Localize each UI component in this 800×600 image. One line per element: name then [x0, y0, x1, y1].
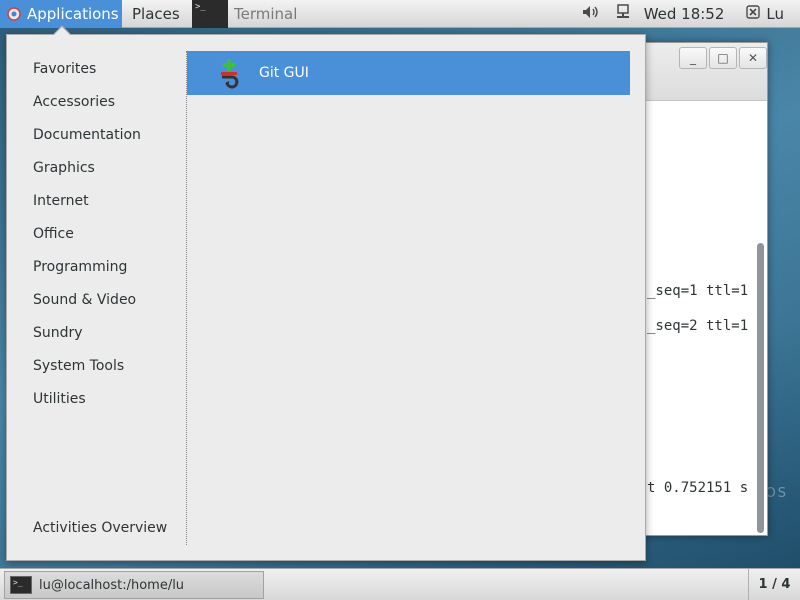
applications-menu-button[interactable]: Applications [0, 0, 122, 28]
desktop-watermark: OS [765, 486, 788, 501]
app-item-git-gui[interactable]: Git GUI [187, 51, 630, 95]
menu-divider [186, 51, 187, 545]
terminal-icon: >_ [192, 0, 228, 28]
category-item[interactable]: Utilities [7, 382, 187, 415]
clock[interactable]: Wed 18:52 [638, 0, 739, 28]
git-gui-icon [217, 57, 241, 89]
workspace-switcher[interactable]: 1 / 4 [748, 569, 800, 600]
user-menu-button[interactable]: Lu [738, 0, 800, 28]
category-item[interactable]: Documentation [7, 118, 187, 151]
user-icon [746, 5, 761, 23]
close-icon: ✕ [747, 51, 759, 65]
minimize-button[interactable]: _ [679, 47, 707, 69]
volume-icon [582, 5, 600, 23]
network-icon [616, 4, 630, 24]
applications-menu: Favorites Accessories Documentation Grap… [6, 25, 646, 561]
terminal-scrollbar[interactable] [757, 243, 764, 533]
category-item[interactable]: Office [7, 217, 187, 250]
bottom-panel: >_ lu@localhost:/home/lu 1 / 4 [0, 568, 800, 600]
applications-icon [6, 6, 22, 22]
applications-label: Applications [27, 5, 119, 23]
taskbar-item-label: lu@localhost:/home/lu [39, 577, 185, 593]
category-item[interactable]: System Tools [7, 349, 187, 382]
app-label: Git GUI [259, 65, 309, 81]
top-panel: Applications Places >_ Terminal Wed 18:5… [0, 0, 800, 28]
terminal-app-label: Terminal [234, 5, 298, 23]
category-item[interactable]: Programming [7, 250, 187, 283]
terminal-output-line: _seq=2 ttl=1 [647, 318, 749, 334]
minimize-icon: _ [690, 51, 696, 65]
activities-overview-link[interactable]: Activities Overview [33, 520, 167, 536]
terminal-output-line: t 0.752151 s [647, 480, 749, 496]
category-item[interactable]: Graphics [7, 151, 187, 184]
category-item[interactable]: Accessories [7, 85, 187, 118]
maximize-button[interactable]: □ [709, 47, 737, 69]
places-menu-button[interactable]: Places [124, 0, 188, 28]
terminal-app-button[interactable]: >_ Terminal [192, 0, 297, 28]
network-button[interactable] [608, 0, 638, 28]
terminal-output-line: _seq=1 ttl=1 [647, 283, 749, 299]
close-button[interactable]: ✕ [739, 47, 767, 69]
app-list: Git GUI [187, 51, 630, 95]
category-item[interactable]: Favorites [7, 52, 187, 85]
places-label: Places [132, 5, 180, 23]
category-item[interactable]: Sundry [7, 316, 187, 349]
taskbar-item-terminal[interactable]: >_ lu@localhost:/home/lu [4, 571, 264, 599]
category-item[interactable]: Internet [7, 184, 187, 217]
user-name: Lu [766, 5, 784, 23]
category-list: Favorites Accessories Documentation Grap… [7, 52, 187, 415]
category-item[interactable]: Sound & Video [7, 283, 187, 316]
volume-button[interactable] [574, 0, 608, 28]
system-tray: Wed 18:52 Lu [574, 0, 800, 28]
terminal-icon: >_ [10, 576, 32, 594]
maximize-icon: □ [717, 51, 729, 65]
